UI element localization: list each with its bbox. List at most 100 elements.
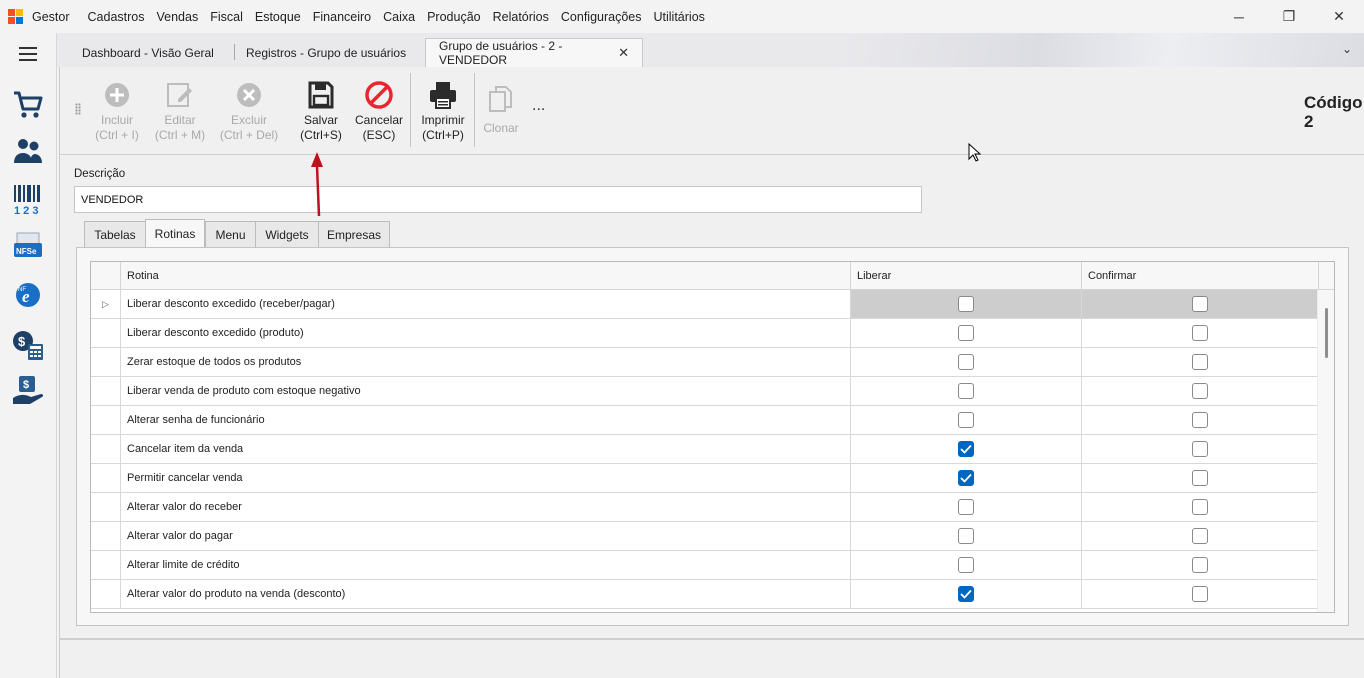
confirmar-checkbox[interactable] <box>1192 383 1208 399</box>
toolbar: Incluir (Ctrl + I) Editar (Ctrl + M) Exc… <box>60 67 1364 155</box>
confirmar-checkbox[interactable] <box>1192 557 1208 573</box>
close-tab-icon[interactable]: ✕ <box>618 45 629 61</box>
toolbar-grip-icon[interactable] <box>75 103 81 115</box>
confirmar-checkbox[interactable] <box>1192 586 1208 602</box>
rotina-cell[interactable]: Liberar desconto excedido (produto) <box>121 319 851 347</box>
imprimir-button[interactable]: Imprimir (Ctrl+P) <box>417 77 469 143</box>
liberar-checkbox[interactable] <box>958 528 974 544</box>
rotina-cell[interactable]: Liberar desconto excedido (receber/pagar… <box>121 290 851 318</box>
tab-grupo-vendedor[interactable]: Grupo de usuários - 2 - VENDEDOR ✕ <box>425 38 643 67</box>
table-row[interactable]: Alterar senha de funcionário <box>91 406 1319 435</box>
header-rotina[interactable]: Rotina <box>121 262 851 290</box>
confirmar-checkbox[interactable] <box>1192 499 1208 515</box>
tab-widgets[interactable]: Widgets <box>255 221 319 248</box>
cash-hand-icon[interactable]: $ <box>11 374 45 408</box>
menu-cadastros[interactable]: Cadastros <box>82 10 151 24</box>
cart-icon[interactable] <box>11 88 45 122</box>
editar-button[interactable]: Editar (Ctrl + M) <box>152 77 208 143</box>
chevron-down-icon[interactable]: ⌄ <box>1342 42 1352 56</box>
clonar-label: Clonar <box>483 121 519 135</box>
svg-text:$: $ <box>23 379 29 391</box>
rotina-cell[interactable]: Cancelar item da venda <box>121 435 851 463</box>
scrollbar-thumb[interactable] <box>1325 308 1328 358</box>
rotina-cell[interactable]: Alterar valor do pagar <box>121 522 851 550</box>
tab-registros-grupo[interactable]: Registros - Grupo de usuários <box>233 38 419 67</box>
confirmar-checkbox[interactable] <box>1192 528 1208 544</box>
minimize-button[interactable]: ─ <box>1214 0 1264 33</box>
row-indicator <box>91 348 121 376</box>
rotina-cell[interactable]: Liberar venda de produto com estoque neg… <box>121 377 851 405</box>
header-confirmar[interactable]: Confirmar <box>1082 262 1319 290</box>
menu-relatorios[interactable]: Relatórios <box>487 10 555 24</box>
table-row[interactable]: Alterar valor do produto na venda (desco… <box>91 580 1319 609</box>
nfe-icon[interactable]: e NF <box>11 278 45 312</box>
incluir-button[interactable]: Incluir (Ctrl + I) <box>93 77 141 143</box>
close-window-button[interactable]: ✕ <box>1314 0 1364 33</box>
menu-vendas[interactable]: Vendas <box>151 10 205 24</box>
liberar-checkbox[interactable] <box>958 586 974 602</box>
menu-estoque[interactable]: Estoque <box>249 10 307 24</box>
confirmar-cell <box>1082 493 1319 521</box>
save-icon <box>308 77 334 113</box>
printer-icon <box>428 77 458 113</box>
tab-empresas[interactable]: Empresas <box>318 221 390 248</box>
liberar-checkbox[interactable] <box>958 296 974 312</box>
more-options-button[interactable]: ... <box>532 97 545 115</box>
rotinas-panel: Rotina Liberar Confirmar ▷ Liberar descon… <box>76 247 1349 626</box>
clonar-button[interactable]: Clonar <box>480 77 522 136</box>
tab-dashboard[interactable]: Dashboard - Visão Geral <box>69 38 227 67</box>
confirmar-checkbox[interactable] <box>1192 354 1208 370</box>
confirmar-cell <box>1082 406 1319 434</box>
liberar-checkbox[interactable] <box>958 354 974 370</box>
table-row[interactable]: ▷ Liberar desconto excedido (receber/paga… <box>91 290 1319 319</box>
menu-utilitarios[interactable]: Utilitários <box>648 10 711 24</box>
table-row[interactable]: Alterar valor do receber <box>91 493 1319 522</box>
rotina-cell[interactable]: Alterar valor do produto na venda (desco… <box>121 580 851 608</box>
descricao-input[interactable] <box>74 186 922 213</box>
tab-rotinas[interactable]: Rotinas <box>145 219 205 248</box>
rotina-cell[interactable]: Alterar valor do receber <box>121 493 851 521</box>
rotina-cell[interactable]: Alterar limite de crédito <box>121 551 851 579</box>
cancelar-button[interactable]: Cancelar (ESC) <box>353 77 405 143</box>
table-row[interactable]: Liberar venda de produto com estoque neg… <box>91 377 1319 406</box>
rotina-cell[interactable]: Permitir cancelar venda <box>121 464 851 492</box>
table-row[interactable]: Alterar valor do pagar <box>91 522 1319 551</box>
table-row[interactable]: Liberar desconto excedido (produto) <box>91 319 1319 348</box>
excluir-button[interactable]: Excluir (Ctrl + Del) <box>219 77 279 143</box>
liberar-checkbox[interactable] <box>958 383 974 399</box>
confirmar-checkbox[interactable] <box>1192 325 1208 341</box>
liberar-checkbox[interactable] <box>958 499 974 515</box>
grid-scrollbar[interactable] <box>1317 290 1334 612</box>
menu-configuracoes[interactable]: Configurações <box>555 10 648 24</box>
finance-icon[interactable]: $ <box>11 328 45 362</box>
liberar-checkbox[interactable] <box>958 470 974 486</box>
confirmar-checkbox[interactable] <box>1192 470 1208 486</box>
menu-financeiro[interactable]: Financeiro <box>307 10 377 24</box>
nfse-icon[interactable]: NFSe <box>11 230 45 264</box>
rotina-cell[interactable]: Alterar senha de funcionário <box>121 406 851 434</box>
menu-icon[interactable] <box>19 47 37 65</box>
confirmar-checkbox[interactable] <box>1192 296 1208 312</box>
salvar-button[interactable]: Salvar (Ctrl+S) <box>298 77 344 143</box>
barcode-icon[interactable]: 1 2 3 <box>11 182 45 216</box>
table-row[interactable]: Alterar limite de crédito <box>91 551 1319 580</box>
confirmar-cell <box>1082 348 1319 376</box>
menu-caixa[interactable]: Caixa <box>377 10 421 24</box>
liberar-checkbox[interactable] <box>958 412 974 428</box>
confirmar-checkbox[interactable] <box>1192 412 1208 428</box>
users-icon[interactable] <box>11 134 45 168</box>
liberar-checkbox[interactable] <box>958 441 974 457</box>
liberar-checkbox[interactable] <box>958 557 974 573</box>
menu-fiscal[interactable]: Fiscal <box>204 10 249 24</box>
tab-tabelas[interactable]: Tabelas <box>84 221 146 248</box>
restore-button[interactable]: ❐ <box>1264 0 1314 33</box>
tab-menu[interactable]: Menu <box>205 221 256 248</box>
liberar-checkbox[interactable] <box>958 325 974 341</box>
menu-producao[interactable]: Produção <box>421 10 487 24</box>
confirmar-checkbox[interactable] <box>1192 441 1208 457</box>
table-row[interactable]: Permitir cancelar venda <box>91 464 1319 493</box>
header-liberar[interactable]: Liberar <box>851 262 1082 290</box>
table-row[interactable]: Cancelar item da venda <box>91 435 1319 464</box>
table-row[interactable]: Zerar estoque de todos os produtos <box>91 348 1319 377</box>
rotina-cell[interactable]: Zerar estoque de todos os produtos <box>121 348 851 376</box>
